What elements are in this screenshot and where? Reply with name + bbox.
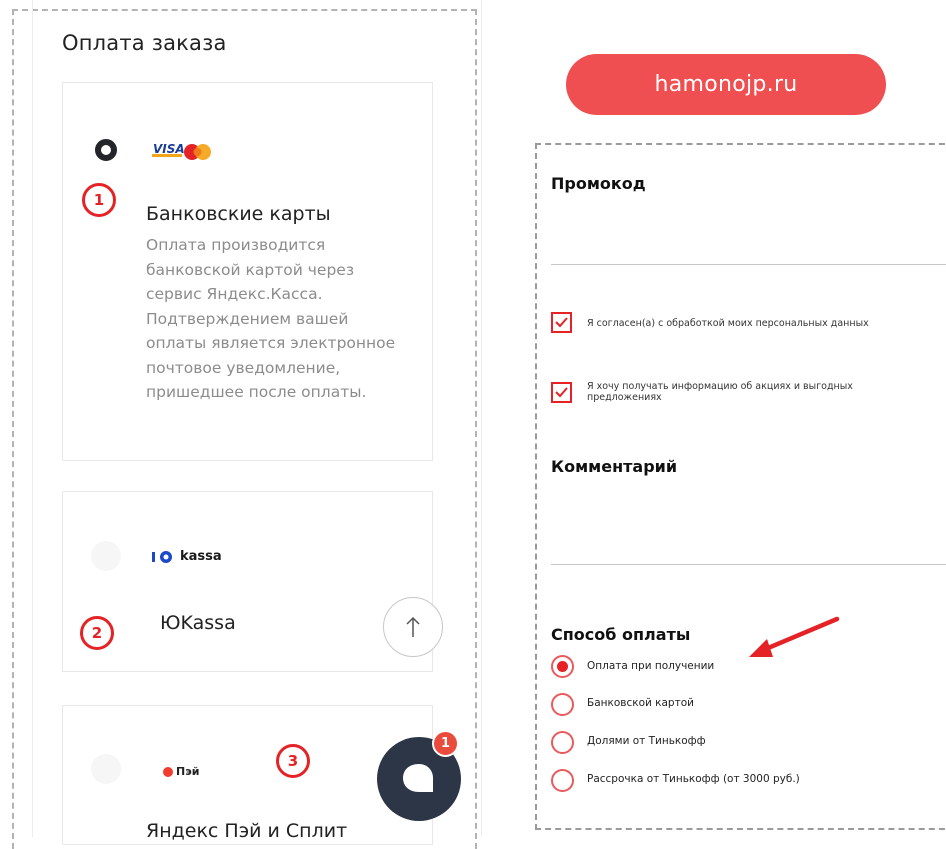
- payment-method-heading: Способ оплаты: [551, 625, 691, 644]
- consent-personal-data-checkbox[interactable]: [551, 312, 572, 333]
- payment-method-credit-label: Рассрочка от Тинькофф (от 3000 руб.): [587, 773, 800, 785]
- visa-mastercard-logo: VISA: [152, 139, 211, 160]
- comment-input-field[interactable]: [551, 564, 946, 565]
- annotation-arrow-icon: [749, 616, 840, 657]
- yandex-pay-mark-icon: [163, 766, 173, 777]
- yookassa-logo-text: kassa: [180, 549, 222, 564]
- arrow-up-icon: [406, 616, 420, 637]
- payment-panel-title: Оплата заказа: [62, 31, 227, 55]
- site-banner: hamonojp.ru: [566, 54, 886, 115]
- yandex-pay-title: Яндекс Пэй и Сплит: [146, 820, 348, 842]
- promo-input-field[interactable]: [551, 264, 946, 265]
- checkmark-icon: [555, 317, 568, 328]
- chat-notification-badge: 1: [432, 730, 459, 757]
- checkmark-icon: [555, 387, 568, 398]
- bank-cards-radio[interactable]: [95, 139, 117, 161]
- payment-method-card-radio[interactable]: [551, 693, 574, 716]
- yookassa-mark-icon: [152, 550, 172, 563]
- consent-personal-data-label: Я согласен(а) с обработкой моих персонал…: [587, 318, 869, 329]
- chat-bubble-icon: [403, 764, 433, 792]
- payment-method-installments-label: Долями от Тинькофф: [587, 735, 706, 747]
- yandex-pay-logo: Пэй: [163, 765, 199, 778]
- annotation-marker-3: 3: [276, 744, 310, 778]
- payment-method-installments-radio[interactable]: [551, 731, 574, 754]
- payment-method-card-label: Банковской картой: [587, 697, 694, 709]
- svg-text:VISA: VISA: [153, 142, 185, 156]
- checkout-form-frame: [535, 143, 946, 830]
- bank-cards-title: Банковские карты: [146, 203, 331, 225]
- yandex-pay-radio[interactable]: [91, 754, 121, 784]
- payment-option-yookassa[interactable]: [62, 491, 433, 672]
- yookassa-logo: kassa: [152, 549, 222, 564]
- yookassa-title: ЮKassa: [160, 612, 236, 634]
- payment-method-credit-radio[interactable]: [551, 769, 574, 792]
- promo-heading: Промокод: [551, 174, 646, 193]
- consent-promo-label: Я хочу получать информацию об акциях и в…: [587, 381, 853, 403]
- yandex-pay-logo-text: Пэй: [176, 765, 200, 778]
- payment-method-cash-label: Оплата при получении: [587, 660, 715, 672]
- annotation-marker-1: 1: [82, 183, 116, 217]
- comment-heading: Комментарий: [551, 457, 678, 476]
- consent-promo-checkbox[interactable]: [551, 382, 572, 403]
- yookassa-radio[interactable]: [91, 541, 121, 571]
- payment-method-cash-radio[interactable]: [551, 655, 574, 678]
- annotation-marker-2: 2: [80, 616, 114, 650]
- scroll-to-top-button[interactable]: [383, 597, 443, 657]
- bank-cards-description: Оплата производится банковской картой че…: [146, 236, 396, 401]
